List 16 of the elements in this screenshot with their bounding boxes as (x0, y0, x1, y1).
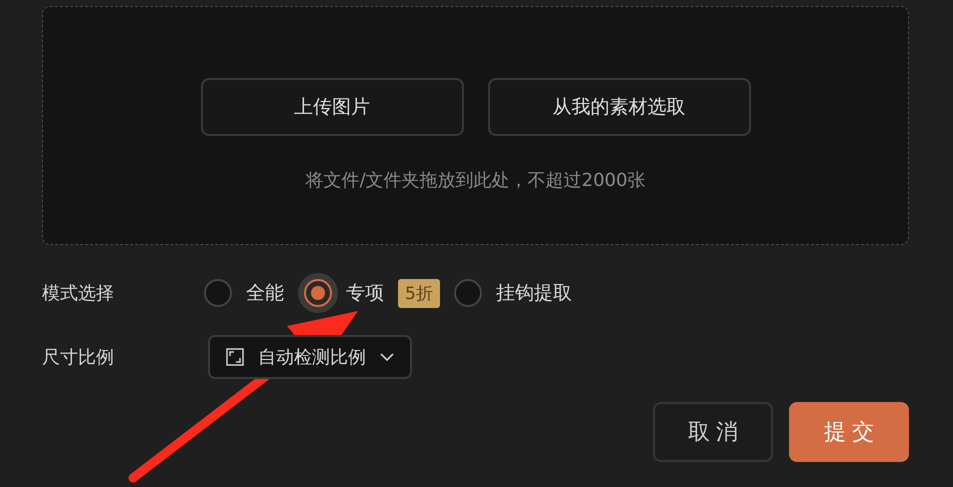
radio-button[interactable] (454, 279, 482, 307)
aspect-ratio-icon (226, 348, 244, 366)
field-label: 尺寸比例 (42, 346, 115, 369)
option-label[interactable]: 挂钩提取 (496, 280, 572, 306)
upload-button[interactable]: 上传图片 (200, 78, 464, 136)
chevron-down-icon (380, 352, 394, 362)
ratio-dropdown[interactable]: 自动检测比例 (208, 335, 412, 379)
radio-button[interactable] (204, 279, 232, 307)
discount-badge: 5折 (398, 278, 440, 308)
field-label: 模式选择 (42, 282, 115, 305)
drop-hint: 将文件/文件夹拖放到此处，不超过2000张 (306, 169, 646, 192)
upload-button[interactable]: 从我的素材选取 (488, 78, 750, 136)
drop-zone[interactable]: 上传图片 从我的素材选取 将文件/文件夹拖放到此处，不超过2000张 (42, 6, 909, 245)
option-label[interactable]: 专项 (346, 280, 384, 306)
option-label[interactable]: 全能 (246, 280, 284, 306)
cancel-button[interactable]: 取消 (653, 402, 773, 462)
